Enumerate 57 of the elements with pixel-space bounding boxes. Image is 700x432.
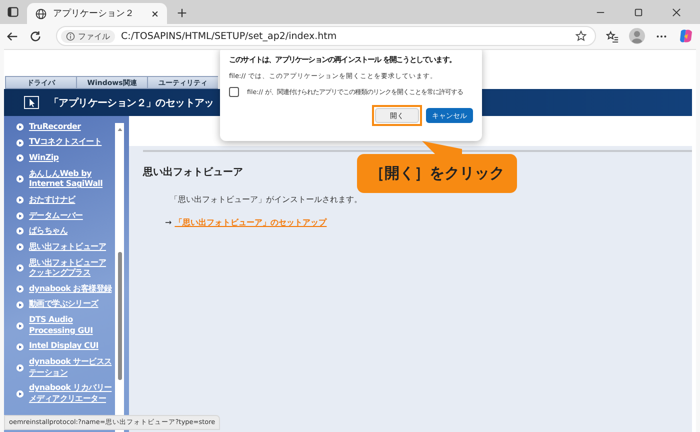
sidebar-link[interactable]: おたすけナビ (29, 194, 76, 206)
cursor-icon (24, 96, 39, 109)
section-heading: 思い出フォトビューア (143, 166, 243, 179)
page-title: 「アプリケーション２」のセットアッ (49, 96, 214, 110)
close-icon[interactable] (672, 8, 681, 17)
description-text: 「思い出フォトビューア」がインストールされます。 (170, 194, 363, 205)
address-field[interactable]: ファイル C:/TOSAPINS/HTML/SETUP/set_ap2/index.htm (56, 26, 596, 46)
sidebar-link[interactable]: 思い出フォトビューア クッキングプラス (29, 258, 106, 279)
arrow-text: → (165, 218, 172, 227)
bullet-arrow-icon (16, 138, 24, 147)
sidebar-link[interactable]: TVコネクトスイート (29, 137, 102, 148)
sidebar-link[interactable]: ぱらちゃん (29, 226, 68, 237)
browser-tab[interactable]: アプリケーション２ (27, 3, 167, 24)
setup-link[interactable]: 「思い出フォトビューア」のセットアップ (174, 217, 327, 228)
sidebar-link[interactable]: あんしんWeb by Internet SagiWall (29, 168, 103, 190)
bullet-arrow-icon (16, 390, 24, 398)
sidebar-link[interactable]: dynabook お客様登録 (29, 284, 112, 294)
globe-icon (35, 8, 47, 20)
bullet-arrow-icon (16, 196, 24, 204)
bullet-arrow-icon (16, 300, 24, 309)
close-icon[interactable] (151, 10, 159, 18)
plus-icon[interactable] (177, 8, 187, 18)
maximize-icon[interactable] (634, 8, 643, 17)
star-icon[interactable] (575, 30, 587, 42)
back-arrow-icon[interactable] (6, 30, 19, 42)
bullet-arrow-icon (16, 364, 24, 372)
url-text: C:/TOSAPINS/HTML/SETUP/set_ap2/index.htm (121, 30, 337, 42)
sidebar-link[interactable]: データムーバー (29, 210, 83, 222)
callout-pointer (422, 141, 462, 155)
tab-title: アプリケーション２ (53, 7, 135, 20)
scroll-up-icon[interactable] (116, 127, 122, 132)
bullet-arrow-icon (16, 342, 24, 351)
bullet-arrow-icon (16, 243, 24, 252)
sidebar-link[interactable]: dynabook リカバリー メディアクリエーター (29, 383, 112, 404)
info-icon (66, 32, 75, 40)
bullet-arrow-icon (16, 227, 24, 236)
tab-actions-icon[interactable] (7, 6, 19, 18)
sidebar-link[interactable]: dynabook サービスス テーション (29, 357, 112, 378)
bullet-arrow-icon (16, 285, 24, 294)
bullet-arrow-icon (16, 154, 24, 162)
sidebar-link[interactable]: DTS Audio Processing GUI (29, 315, 93, 336)
sidebar-link[interactable]: 動画で学ぶシリーズ (29, 299, 98, 310)
bullet-arrow-icon (16, 322, 24, 330)
bullet-arrow-icon (16, 264, 24, 272)
bullet-arrow-icon (16, 175, 24, 184)
profile-avatar-icon[interactable] (629, 28, 645, 44)
favorites-icon[interactable] (606, 30, 619, 42)
sidebar-link[interactable]: WinZip (29, 152, 59, 164)
assistant-icon[interactable] (678, 28, 694, 44)
sidebar-link[interactable]: 思い出フォトビューア (29, 242, 106, 252)
sidebar-link[interactable]: Intel Display CUI (29, 341, 98, 352)
sidebar-link[interactable]: TruRecorder (29, 122, 81, 132)
reload-icon[interactable] (29, 30, 42, 42)
file-chip[interactable]: ファイル (61, 30, 115, 42)
bullet-arrow-icon (16, 122, 24, 131)
checkbox[interactable] (229, 87, 239, 97)
bullet-arrow-icon (16, 212, 24, 220)
